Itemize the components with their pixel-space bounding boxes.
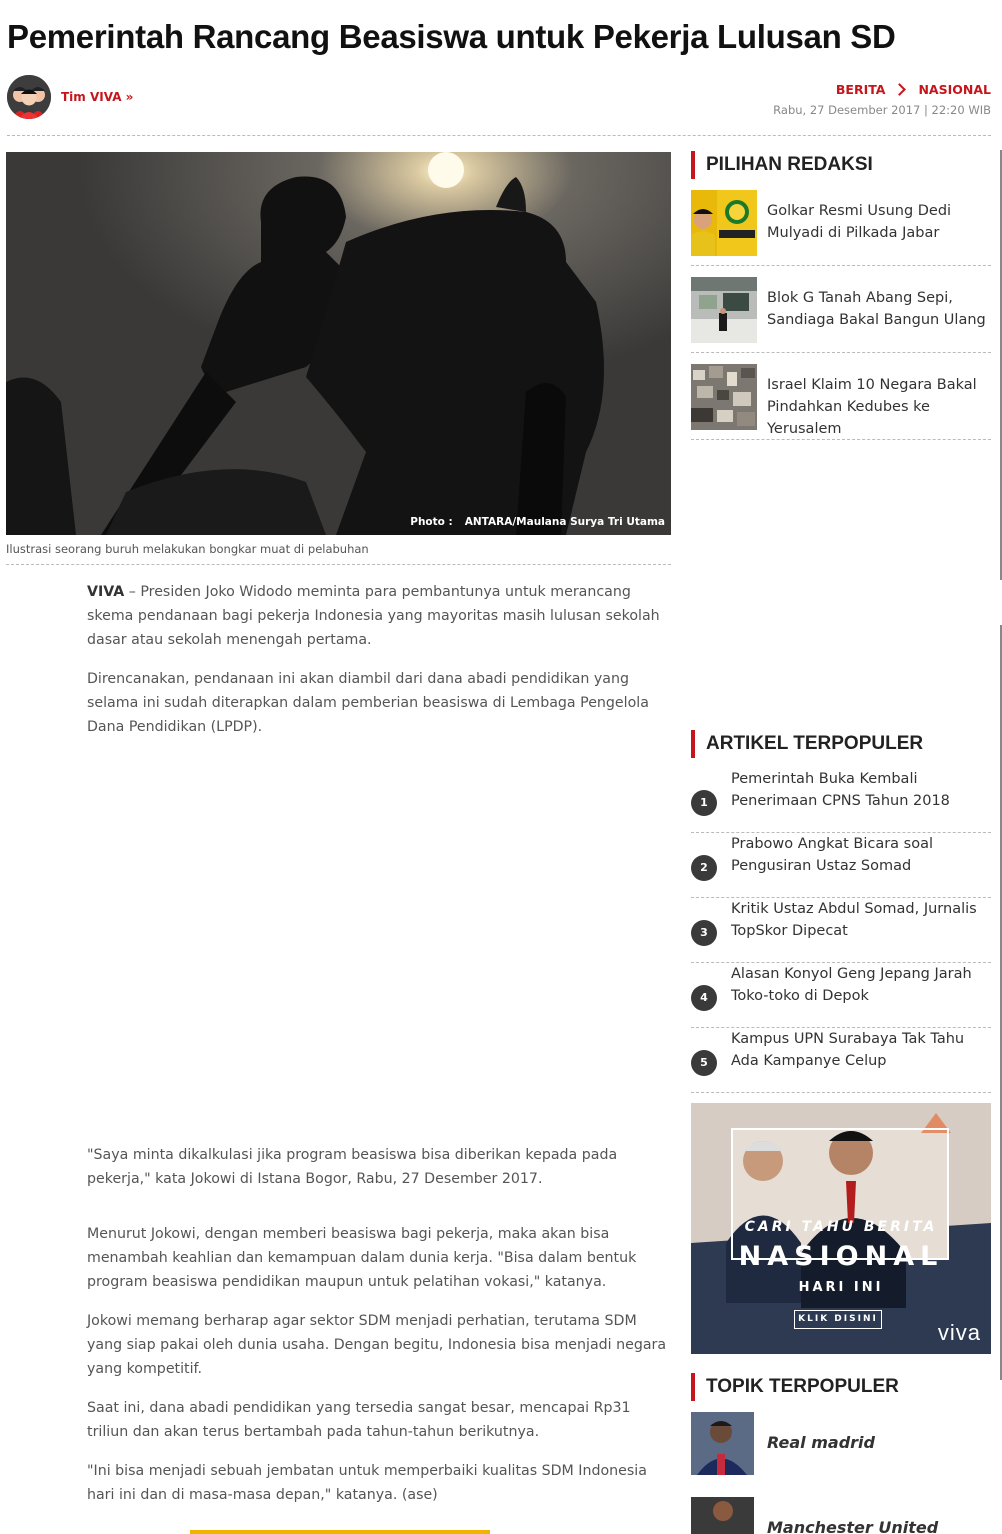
author-link[interactable]: Tim VIVA » <box>61 90 133 104</box>
bottom-accent-bar <box>190 1530 490 1534</box>
viva-logo: viva <box>937 1320 981 1345</box>
pilihan-thumbnail[interactable] <box>691 364 757 430</box>
popular-title[interactable]: Pemerintah Buka Kembali Penerimaan CPNS … <box>731 768 989 812</box>
article-paragraph: Direncanakan, pendanaan ini akan diambil… <box>87 671 649 735</box>
popular-title[interactable]: Prabowo Angkat Bicara soal Pengusiran Us… <box>731 833 989 877</box>
article-photo: Photo : ANTARA/Maulana Surya Tri Utama <box>6 152 671 535</box>
popular-item[interactable]: 5 Kampus UPN Surabaya Tak Tahu Ada Kampa… <box>691 1028 991 1093</box>
divider <box>7 135 991 136</box>
popular-title[interactable]: Kampus UPN Surabaya Tak Tahu Ada Kampany… <box>731 1028 989 1072</box>
paragraph-text: – Presiden Joko Widodo meminta para pemb… <box>87 584 660 648</box>
rank-badge: 4 <box>691 985 717 1011</box>
rank-badge: 3 <box>691 920 717 946</box>
rank-badge: 1 <box>691 790 717 816</box>
breadcrumb: BERITA NASIONAL <box>836 82 991 97</box>
topik-thumbnail[interactable] <box>691 1412 754 1475</box>
popular-item[interactable]: 3 Kritik Ustaz Abdul Somad, Jurnalis Top… <box>691 898 991 963</box>
topik-title[interactable]: Manchester United <box>767 1518 938 1534</box>
rank-badge: 2 <box>691 855 717 881</box>
popular-item[interactable]: 4 Alasan Konyol Geng Jepang Jarah Toko-t… <box>691 963 991 1028</box>
topik-terpopuler-heading: TOPIK TERPOPULER <box>691 1373 991 1401</box>
artikel-terpopuler-heading: ARTIKEL TERPOPULER <box>691 730 991 758</box>
publish-date: Rabu, 27 Desember 2017 | 22:20 WIB <box>773 103 991 117</box>
banner-line3: HARI INI <box>798 1280 884 1295</box>
article-paragraph: Menurut Jokowi, dengan memberi beasiswa … <box>87 1226 637 1290</box>
popular-item[interactable]: 1 Pemerintah Buka Kembali Penerimaan CPN… <box>691 768 991 833</box>
topik-item[interactable]: Real madrid <box>691 1412 991 1482</box>
pilihan-thumbnail[interactable] <box>691 190 757 256</box>
article-paragraph: "Saya minta dikalkulasi jika program bea… <box>87 1147 618 1187</box>
photo-caption: Ilustrasi seorang buruh melakukan bongka… <box>6 542 369 556</box>
pilihan-item[interactable]: Blok G Tanah Abang Sepi, Sandiaga Bakal … <box>691 277 991 353</box>
photo-credit-name: ANTARA/Maulana Surya Tri Utama <box>464 516 665 528</box>
article-paragraph: Jokowi memang berharap agar sektor SDM m… <box>87 1313 667 1377</box>
article-paragraph: "Ini bisa menjadi sebuah jembatan untuk … <box>87 1463 647 1503</box>
breadcrumb-berita[interactable]: BERITA <box>836 82 886 97</box>
photo-credit: Photo : ANTARA/Maulana Surya Tri Utama <box>410 516 665 528</box>
popular-title[interactable]: Kritik Ustaz Abdul Somad, Jurnalis TopSk… <box>731 898 989 942</box>
photo-credit-label: Photo : <box>410 516 453 528</box>
banner-line1: CARI TAHU BERITA <box>744 1219 938 1235</box>
pilihan-thumbnail[interactable] <box>691 277 757 343</box>
promo-banner[interactable]: CARI TAHU BERITA NASIONAL HARI INI KLIK … <box>691 1103 991 1354</box>
pilihan-item[interactable]: Israel Klaim 10 Negara Bakal Pindahkan K… <box>691 364 991 440</box>
banner-cta-button[interactable]: KLIK DISINI <box>794 1310 882 1329</box>
pilihan-item[interactable]: Golkar Resmi Usung Dedi Mulyadi di Pilka… <box>691 190 991 266</box>
topik-title[interactable]: Real madrid <box>767 1433 875 1452</box>
pilihan-title[interactable]: Israel Klaim 10 Negara Bakal Pindahkan K… <box>767 374 987 440</box>
popular-item[interactable]: 2 Prabowo Angkat Bicara soal Pengusiran … <box>691 833 991 898</box>
divider <box>6 564 671 565</box>
pilihan-title[interactable]: Blok G Tanah Abang Sepi, Sandiaga Bakal … <box>767 287 987 331</box>
author-avatar[interactable] <box>7 75 51 119</box>
chevron-right-icon <box>893 83 907 96</box>
topik-thumbnail[interactable] <box>691 1497 754 1534</box>
article-paragraph: Saat ini, dana abadi pendidikan yang ter… <box>87 1400 631 1440</box>
topik-item[interactable]: Manchester United <box>691 1497 991 1534</box>
pilihan-title[interactable]: Golkar Resmi Usung Dedi Mulyadi di Pilka… <box>767 200 987 244</box>
article-meta: Tim VIVA » BERITA NASIONAL Rabu, 27 Dese… <box>7 75 991 125</box>
breadcrumb-nasional[interactable]: NASIONAL <box>918 82 991 97</box>
rank-badge: 5 <box>691 1050 717 1076</box>
article-title: Pemerintah Rancang Beasiswa untuk Pekerj… <box>7 18 896 55</box>
popular-title[interactable]: Alasan Konyol Geng Jepang Jarah Toko-tok… <box>731 963 989 1007</box>
source-label: VIVA <box>87 584 125 600</box>
article-paragraph: VIVA – Presiden Joko Widodo meminta para… <box>87 580 671 652</box>
pilihan-redaksi-heading: PILIHAN REDAKSI <box>691 151 991 179</box>
banner-line2: NASIONAL <box>738 1241 944 1272</box>
